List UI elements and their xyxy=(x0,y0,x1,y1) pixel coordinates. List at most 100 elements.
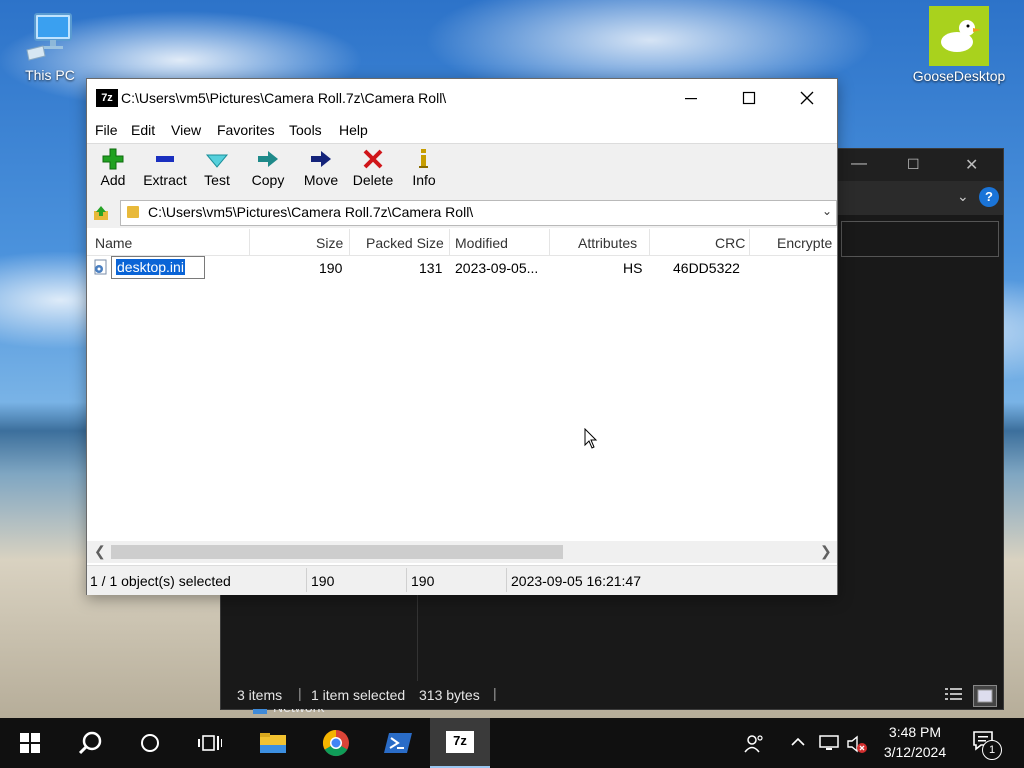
status-item-count: 3 items xyxy=(237,687,283,703)
maximize-icon xyxy=(742,91,756,105)
desktop-icon-label: GooseDesktop xyxy=(912,68,1006,84)
column-name[interactable]: Name xyxy=(95,235,132,251)
status-size: 190 xyxy=(311,573,335,589)
desktop-icon-goosedesktop[interactable]: GooseDesktop xyxy=(906,6,1012,84)
chevron-down-icon[interactable]: ⌄ xyxy=(957,188,969,205)
minimize-button[interactable] xyxy=(661,79,721,117)
menu-favorites[interactable]: Favorites xyxy=(217,122,275,138)
7zip-app-icon: 7z xyxy=(96,89,118,107)
file-list[interactable]: Name Size Packed Size Modified Attribute… xyxy=(87,229,837,541)
info-button[interactable]: Info xyxy=(409,147,439,188)
test-button[interactable]: Test xyxy=(201,147,233,188)
extract-button[interactable]: Extract xyxy=(141,147,189,188)
desktop-icon-label: This PC xyxy=(25,67,75,83)
status-selected: 1 item selected xyxy=(311,687,406,703)
help-icon[interactable]: ? xyxy=(979,187,999,207)
close-icon[interactable]: ✕ xyxy=(965,155,978,175)
computer-icon xyxy=(26,13,72,61)
task-view-button[interactable] xyxy=(180,718,240,768)
column-header-row: Name Size Packed Size Modified Attribute… xyxy=(87,229,837,256)
scroll-right-icon[interactable]: ❯ xyxy=(820,543,832,560)
clock[interactable]: 3:48 PM 3/12/2024 xyxy=(872,722,958,762)
column-crc[interactable]: CRC xyxy=(715,235,745,251)
settings-file-icon xyxy=(94,259,108,275)
network-status-icon[interactable] xyxy=(818,734,840,755)
powershell-icon xyxy=(384,733,412,753)
rename-input[interactable]: desktop.ini xyxy=(111,256,205,279)
volume-muted-icon[interactable] xyxy=(846,734,868,757)
desktop-icon-this-pc[interactable]: This PC xyxy=(14,10,86,83)
menu-file[interactable]: File xyxy=(95,122,118,138)
search-icon xyxy=(78,731,102,755)
clock-time: 3:48 PM xyxy=(888,724,942,740)
close-button[interactable] xyxy=(777,79,837,117)
move-button[interactable]: Move xyxy=(301,147,341,188)
row-modified: 2023-09-05... xyxy=(455,260,539,276)
check-icon xyxy=(201,147,233,171)
7zip-icon: 7z xyxy=(446,731,474,753)
chrome-taskbar-button[interactable] xyxy=(306,718,366,768)
7zip-window[interactable]: 7z C:\Users\vm5\Pictures\Camera Roll.7z\… xyxy=(86,78,838,595)
scrollbar-thumb[interactable] xyxy=(111,545,563,559)
chevron-up-icon[interactable] xyxy=(790,734,806,753)
column-packed-size[interactable]: Packed Size xyxy=(366,235,444,251)
7zip-title-bar[interactable]: 7z C:\Users\vm5\Pictures\Camera Roll.7z\… xyxy=(87,79,837,117)
goose-icon xyxy=(929,6,989,66)
delete-button[interactable]: Delete xyxy=(349,147,397,188)
chevron-down-icon[interactable]: ⌄ xyxy=(822,204,832,218)
column-encrypted[interactable]: Encrypte xyxy=(777,235,832,251)
move-arrow-icon xyxy=(301,147,341,171)
7zip-taskbar-button[interactable]: 7z xyxy=(430,718,490,768)
file-explorer-taskbar-button[interactable] xyxy=(243,718,303,768)
file-explorer-icon xyxy=(260,733,286,753)
chrome-icon xyxy=(322,729,349,757)
people-icon[interactable] xyxy=(744,734,764,757)
address-input[interactable]: C:\Users\vm5\Pictures\Camera Roll.7z\Cam… xyxy=(120,200,837,226)
search-button[interactable] xyxy=(60,718,120,768)
scroll-left-icon[interactable]: ❮ xyxy=(94,543,106,560)
minimize-icon xyxy=(685,98,697,100)
horizontal-scrollbar[interactable]: ❮ ❯ xyxy=(87,541,837,563)
table-row[interactable]: desktop.ini 190 131 2023-09-05... HS 46D… xyxy=(87,255,837,279)
column-modified[interactable]: Modified xyxy=(455,235,508,251)
row-crc: 46DD5322 xyxy=(673,260,740,276)
maximize-icon[interactable]: ☐ xyxy=(907,156,920,173)
menu-edit[interactable]: Edit xyxy=(131,122,155,138)
start-icon xyxy=(20,733,40,753)
status-size: 313 bytes xyxy=(419,687,480,703)
details-view-icon[interactable] xyxy=(945,687,963,701)
cortana-button[interactable] xyxy=(120,718,180,768)
menu-tools[interactable]: Tools xyxy=(289,122,322,138)
plus-icon xyxy=(95,147,131,171)
task-view-icon xyxy=(198,735,222,751)
minus-icon xyxy=(141,147,189,171)
large-icons-view-icon[interactable] xyxy=(973,685,997,707)
row-attributes: HS xyxy=(623,260,643,276)
maximize-button[interactable] xyxy=(719,79,779,117)
row-size: 190 xyxy=(319,260,343,276)
cortana-icon xyxy=(141,734,159,752)
status-modified: 2023-09-05 16:21:47 xyxy=(511,573,641,589)
menu-bar: File Edit View Favorites Tools Help xyxy=(87,117,837,143)
clock-date: 3/12/2024 xyxy=(883,744,947,760)
minimize-icon[interactable]: — xyxy=(851,155,867,173)
status-selection: 1 / 1 object(s) selected xyxy=(90,573,231,589)
explorer-status-bar: 3 items | 1 item selected 313 bytes | xyxy=(221,681,1003,709)
mouse-cursor-icon xyxy=(584,428,598,449)
add-button[interactable]: Add xyxy=(95,147,131,188)
start-button[interactable] xyxy=(0,718,60,768)
row-packed-size: 131 xyxy=(419,260,443,276)
explorer-search-box[interactable] xyxy=(841,221,999,257)
folder-icon xyxy=(127,206,139,218)
column-attributes[interactable]: Attributes xyxy=(578,235,637,251)
status-packed: 190 xyxy=(411,573,435,589)
folder-up-icon[interactable] xyxy=(93,205,109,224)
menu-view[interactable]: View xyxy=(171,122,201,138)
close-icon xyxy=(800,91,814,105)
column-size[interactable]: Size xyxy=(316,235,343,251)
notification-center-button[interactable]: 1 xyxy=(972,730,1002,760)
menu-help[interactable]: Help xyxy=(339,122,368,138)
window-title: C:\Users\vm5\Pictures\Camera Roll.7z\Cam… xyxy=(121,90,447,106)
copy-button[interactable]: Copy xyxy=(249,147,287,188)
powershell-taskbar-button[interactable] xyxy=(368,718,428,768)
